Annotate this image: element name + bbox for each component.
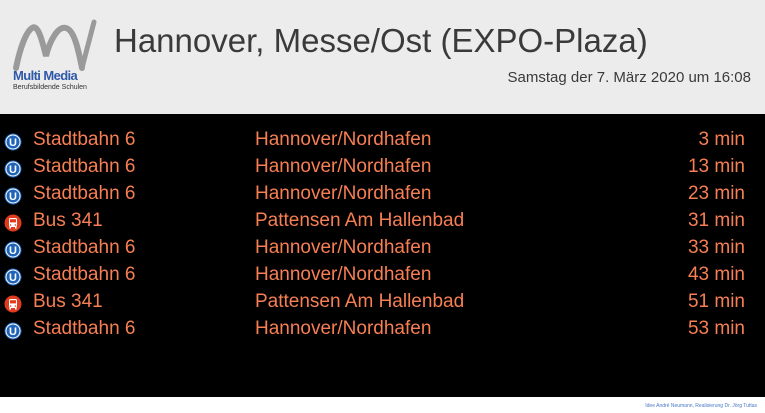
- logo-subtitle: Berufsbildende Schulen: [13, 84, 87, 91]
- svg-text:U: U: [9, 245, 17, 257]
- departure-row: U Stadtbahn 6 Hannover/Nordhafen 53 min: [0, 317, 765, 344]
- ubahn-icon: U: [4, 133, 22, 151]
- ubahn-icon: U: [4, 160, 22, 178]
- destination: Hannover/Nordhafen: [255, 129, 432, 150]
- destination: Hannover/Nordhafen: [255, 183, 432, 204]
- departure-time: 13 min: [687, 156, 745, 177]
- svg-text:U: U: [9, 137, 17, 149]
- bus-icon: [4, 214, 22, 232]
- departure-time: 33 min: [687, 237, 745, 258]
- destination: Hannover/Nordhafen: [255, 318, 432, 339]
- ubahn-icon: U: [4, 187, 22, 205]
- destination: Pattensen Am Hallenbad: [255, 210, 465, 231]
- departure-time: 43 min: [687, 264, 745, 285]
- destination: Hannover/Nordhafen: [255, 264, 432, 285]
- credits: Idee André Neumann, Realisierung Dr. Jör…: [645, 403, 757, 409]
- line-name: Stadtbahn 6: [33, 183, 136, 204]
- multimedia-logo: Multi Media Berufsbildende Schulen: [8, 18, 103, 98]
- line-name: Stadtbahn 6: [33, 129, 136, 150]
- line-name: Stadtbahn 6: [33, 237, 136, 258]
- departure-time: 3 min: [698, 129, 745, 150]
- header: Multi Media Berufsbildende Schulen Hanno…: [0, 0, 765, 114]
- departure-row: U Stadtbahn 6 Hannover/Nordhafen 43 min: [0, 263, 765, 290]
- ubahn-icon: U: [4, 322, 22, 340]
- svg-text:U: U: [9, 272, 17, 284]
- line-name: Stadtbahn 6: [33, 318, 136, 339]
- svg-text:U: U: [9, 326, 17, 338]
- departure-row: U Stadtbahn 6 Hannover/Nordhafen 13 min: [0, 155, 765, 182]
- ubahn-icon: U: [4, 268, 22, 286]
- date-time: Samstag der 7. März 2020 um 16:08: [507, 69, 751, 86]
- line-name: Stadtbahn 6: [33, 156, 136, 177]
- svg-text:U: U: [9, 164, 17, 176]
- ubahn-icon: U: [4, 241, 22, 259]
- destination: Pattensen Am Hallenbad: [255, 291, 465, 312]
- logo-title: Multi Media: [13, 68, 78, 83]
- destination: Hannover/Nordhafen: [255, 156, 432, 177]
- line-name: Bus 341: [33, 210, 103, 231]
- svg-text:U: U: [9, 191, 17, 203]
- departure-row: Bus 341 Pattensen Am Hallenbad 51 min: [0, 290, 765, 317]
- departure-row: U Stadtbahn 6 Hannover/Nordhafen 3 min: [0, 128, 765, 155]
- station-title: Hannover, Messe/Ost (EXPO-Plaza): [114, 22, 648, 59]
- line-name: Stadtbahn 6: [33, 264, 136, 285]
- departure-board: U Stadtbahn 6 Hannover/Nordhafen 3 min U…: [0, 114, 765, 397]
- destination: Hannover/Nordhafen: [255, 237, 432, 258]
- bus-icon: [4, 295, 22, 313]
- departure-time: 23 min: [687, 183, 745, 204]
- line-name: Bus 341: [33, 291, 103, 312]
- departure-row: U Stadtbahn 6 Hannover/Nordhafen 33 min: [0, 236, 765, 263]
- departure-time: 31 min: [687, 210, 745, 231]
- departure-row: Bus 341 Pattensen Am Hallenbad 31 min: [0, 209, 765, 236]
- departure-time: 53 min: [687, 318, 745, 339]
- departure-row: U Stadtbahn 6 Hannover/Nordhafen 23 min: [0, 182, 765, 209]
- departure-time: 51 min: [687, 291, 745, 312]
